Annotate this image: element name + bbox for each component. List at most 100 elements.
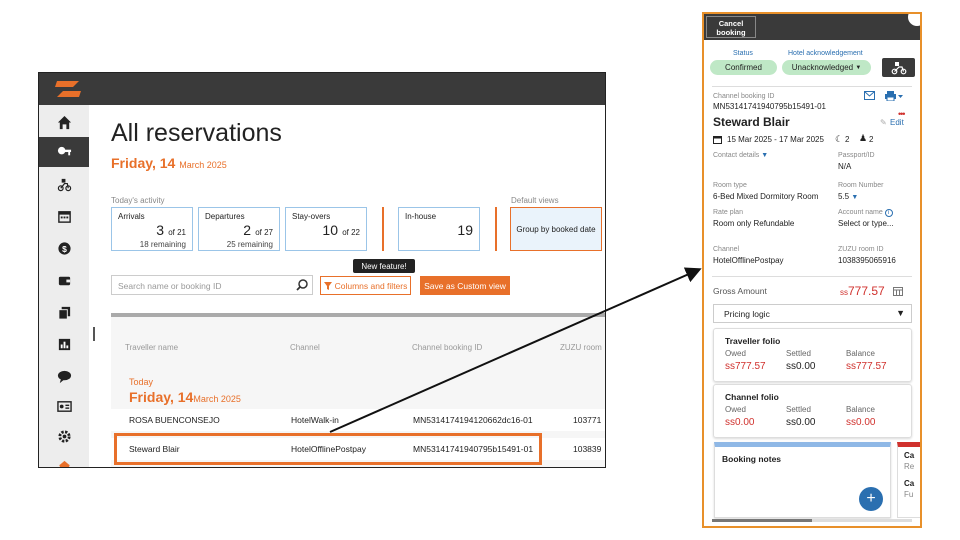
filter-icon: [323, 281, 332, 290]
sidebar-dollar-icon[interactable]: $: [39, 233, 89, 263]
info-icon[interactable]: i: [884, 209, 893, 217]
sidebar-wallet-icon[interactable]: [39, 265, 89, 295]
table-row[interactable]: ROSA BUENCONSEJO HotelWalk-in MN53141741…: [111, 409, 605, 431]
gross-amount-label: Gross Amount: [713, 286, 767, 296]
header-channel-booking-id[interactable]: Channel booking ID: [412, 343, 482, 352]
divider: [712, 276, 912, 277]
page-date-month: March 2025: [179, 160, 227, 170]
new-feature-tooltip: New feature!: [353, 259, 415, 273]
print-icon[interactable]: [885, 91, 903, 101]
hotel-ack-value: Unacknowledged: [791, 63, 854, 72]
gross-amount: ss777.57: [840, 284, 885, 298]
room-number-dropdown[interactable]: 5.5 ▼: [838, 192, 858, 201]
channel-balance: ss0.00: [846, 417, 876, 428]
search-icon[interactable]: [295, 278, 309, 292]
scooter-action-button[interactable]: [882, 58, 915, 77]
channel-label: Channel: [713, 246, 740, 253]
hotel-ack-label: Hotel acknowledgement: [788, 50, 863, 57]
passport-label: Passport/ID: [838, 152, 875, 159]
close-panel-button[interactable]: [908, 14, 920, 26]
side-card-title-2: Ca: [904, 479, 915, 488]
departures-value: 2: [243, 222, 251, 238]
row-booking-id: MN5314174194120662dc16-01: [413, 415, 533, 425]
row-channel: HotelWalk-in: [291, 415, 339, 425]
balance-label: Balance: [846, 349, 875, 358]
arrivals-card[interactable]: Arrivals 3 of 21 18 remaining: [111, 207, 193, 251]
traveller-owed: ss777.57: [725, 361, 766, 372]
sidebar-copy-icon[interactable]: [39, 297, 89, 327]
sidebar-report-icon[interactable]: [39, 329, 89, 359]
add-note-button[interactable]: +: [859, 487, 883, 511]
sidebar-chat-icon[interactable]: [39, 361, 89, 391]
departures-remaining: 25 remaining: [226, 240, 273, 249]
departures-card[interactable]: Departures 2 of 27 25 remaining: [198, 207, 280, 251]
header-traveller-name[interactable]: Traveller name: [125, 343, 178, 352]
email-icon[interactable]: [864, 91, 875, 100]
status-pill[interactable]: Confirmed: [710, 60, 777, 75]
sidebar-home-icon[interactable]: [39, 107, 89, 137]
sidebar-calendar-icon[interactable]: [39, 201, 89, 231]
default-views-label: Default views: [511, 196, 559, 205]
columns-and-filters-button[interactable]: Columns and filters: [320, 276, 411, 295]
sidebar-key-icon[interactable]: [39, 137, 89, 167]
search-input[interactable]: Search name or booking ID: [111, 275, 313, 295]
hotel-ack-dropdown[interactable]: Unacknowledged ▼: [782, 60, 871, 75]
app-logo-icon[interactable]: [53, 79, 83, 99]
guests-count: 2: [869, 135, 874, 144]
svg-text:$: $: [62, 243, 67, 253]
passport-value: N/A: [838, 162, 852, 171]
traveller-folio-title: Traveller folio: [725, 336, 781, 346]
panel-scrollbar[interactable]: [712, 519, 912, 522]
departures-label: Departures: [205, 212, 245, 221]
chevron-down-icon: ▼: [761, 152, 769, 159]
channel-settled: ss0.00: [786, 417, 816, 428]
sidebar-building-icon[interactable]: [39, 451, 89, 467]
inhouse-card[interactable]: In-house 19: [398, 207, 480, 251]
channel-value: HotelOfflinePostpay: [713, 256, 784, 265]
rate-plan-label: Rate plan: [713, 209, 743, 216]
side-card-title-1: Ca: [904, 451, 915, 460]
sidebar-collapse-handle[interactable]: [93, 327, 95, 341]
booking-detail-panel: Cancel booking Status Hotel acknowledgem…: [702, 12, 922, 528]
arrivals-of: of 21: [168, 228, 186, 237]
account-name-label-row: Account name i: [838, 209, 893, 217]
pricing-logic-label: Pricing logic: [724, 309, 770, 319]
pricing-logic-dropdown[interactable]: Pricing logic ▼: [713, 304, 912, 323]
side-card-sub-1: Re: [904, 462, 915, 471]
stayovers-value: 10: [322, 222, 338, 238]
header-channel[interactable]: Channel: [290, 343, 320, 352]
balance-label: Balance: [846, 405, 875, 414]
contact-details-toggle[interactable]: Contact details ▼: [713, 152, 768, 159]
sidebar-scooter-icon[interactable]: [39, 169, 89, 199]
pencil-icon: ✎: [880, 118, 887, 127]
row-room: 103771: [573, 415, 602, 425]
sidebar-id-card-icon[interactable]: [39, 391, 89, 421]
calculator-icon[interactable]: [893, 287, 903, 296]
row-traveller-name: ROSA BUENCONSEJO: [129, 415, 220, 425]
stayovers-of: of 22: [342, 228, 360, 237]
panel-header: Cancel booking: [704, 14, 920, 40]
header-zuzu-room[interactable]: ZUZU room: [560, 343, 602, 352]
edit-button[interactable]: Edit: [890, 118, 904, 127]
account-name-input[interactable]: Select or type...: [838, 219, 894, 228]
cancel-booking-button[interactable]: Cancel booking: [706, 16, 756, 38]
page-date-day: Friday, 14: [111, 155, 176, 171]
departures-of: of 27: [255, 228, 273, 237]
section-date-month: March 2025: [193, 394, 241, 404]
traveller-folio-card[interactable]: Traveller folio Owed Settled Balance ss7…: [713, 328, 912, 382]
group-by-booked-date-button[interactable]: Group by booked date: [510, 207, 602, 251]
arrivals-label: Arrivals: [118, 212, 145, 221]
channel-folio-card[interactable]: Channel folio Owed Settled Balance ss0.0…: [713, 384, 912, 438]
sidebar-gear-icon[interactable]: [39, 421, 89, 451]
panel-scrollbar-thumb[interactable]: [712, 519, 812, 522]
guest-name: Steward Blair: [713, 115, 790, 129]
row-room: 103839: [573, 444, 602, 454]
stayovers-card[interactable]: Stay-overs 10 of 22: [285, 207, 367, 251]
inhouse-label: In-house: [405, 212, 437, 221]
save-custom-view-button[interactable]: Save as Custom view: [420, 276, 510, 295]
side-card[interactable]: Ca Re Ca Fu: [897, 442, 920, 518]
owed-label: Owed: [725, 349, 746, 358]
gross-currency: ss: [840, 288, 848, 297]
channel-booking-id-label: Channel booking ID: [713, 93, 775, 100]
calendar-icon: [713, 136, 722, 144]
